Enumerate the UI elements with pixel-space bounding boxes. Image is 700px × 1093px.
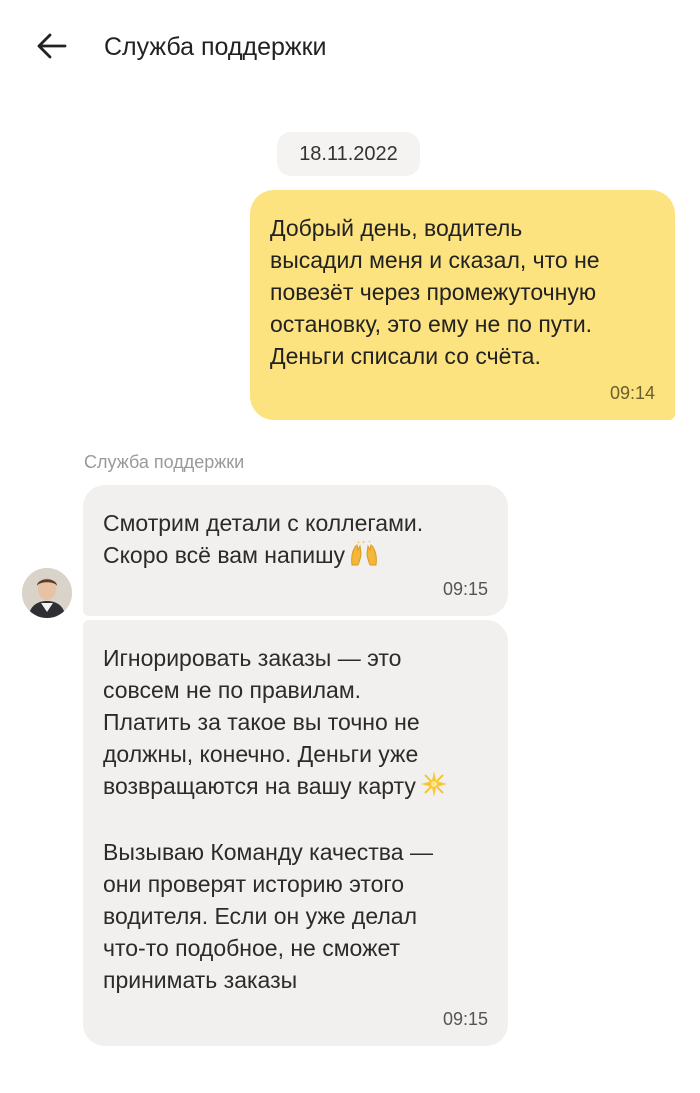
sender-name: Служба поддержки (84, 452, 245, 472)
message-text: Смотрим детали с коллегами. Скоро всё ва… (103, 507, 488, 575)
sparkle-icon (420, 770, 448, 806)
message-paragraph: Игнорировать заказы — это совсем не по п… (103, 642, 488, 806)
date-separator: 18.11.2022 (277, 132, 420, 176)
back-button[interactable] (30, 26, 74, 70)
header: Служба поддержки (0, 0, 700, 92)
raised-hands-icon (349, 540, 379, 575)
outgoing-message[interactable]: Добрый день, водитель высадил меня и ска… (250, 190, 675, 420)
avatar[interactable] (22, 568, 72, 618)
support-agent-avatar-image (22, 568, 72, 618)
message-time: 09:15 (442, 1009, 488, 1029)
message-time: 09:14 (609, 383, 655, 403)
chat-screen: Служба поддержки 18.11.2022 Добрый день,… (0, 0, 700, 1093)
message-time: 09:15 (442, 579, 488, 599)
incoming-message[interactable]: Игнорировать заказы — это совсем не по п… (83, 620, 508, 1046)
message-text: Добрый день, водитель высадил меня и ска… (270, 215, 600, 369)
message-text-content: Игнорировать заказы — это совсем не по п… (103, 645, 420, 799)
page-title: Служба поддержки (104, 33, 327, 61)
incoming-message[interactable]: Смотрим детали с коллегами. Скоро всё ва… (83, 485, 508, 616)
message-paragraph: Вызываю Команду качества — они проверят … (103, 839, 433, 993)
arrow-left-icon (37, 33, 67, 64)
